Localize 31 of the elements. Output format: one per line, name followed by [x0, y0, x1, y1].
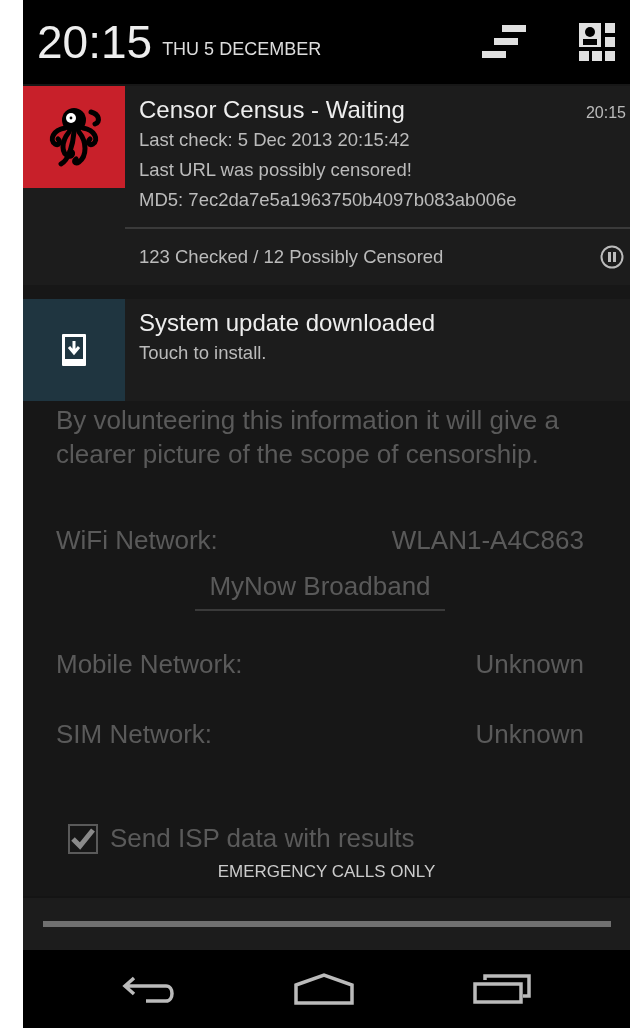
notification-title: Censor Census - Waiting	[139, 95, 405, 125]
checkmark-icon	[71, 827, 95, 850]
date-label: THU 5 DECEMBER	[162, 38, 322, 60]
field-label: Mobile Network:	[56, 648, 243, 681]
field-value: Unknown	[475, 718, 584, 751]
drag-handle[interactable]	[42, 921, 611, 927]
notification-text: Touch to install.	[138, 341, 268, 365]
notification-card[interactable]: Censor Census - Waiting 20:15 Last check: 5 Dec 2013 20:15:42 Last URL was possibly censored! MD5: 7ec2da7e5a1963750b4097b083ab006e 123 Checked / 12 Possibly Censored	[23, 86, 630, 285]
home-icon[interactable]	[294, 973, 355, 1005]
checkbox[interactable]	[68, 823, 98, 854]
field-value: WLAN1-A4C863	[391, 524, 584, 557]
notification-title: System update downloaded	[139, 308, 436, 338]
checkbox-label: Send ISP data with results	[110, 823, 415, 854]
download-update-icon	[61, 333, 87, 367]
carrier-label: EMERGENCY CALLS ONLY	[216, 862, 437, 882]
notification-text: Last URL was possibly censored!	[138, 158, 413, 182]
field-label: SIM Network:	[56, 718, 213, 751]
recent-apps-icon[interactable]	[472, 974, 531, 1004]
notification-settings-icon[interactable]	[480, 23, 526, 61]
field-label: WiFi Network:	[56, 524, 218, 557]
info-paragraph: By volunteering this information it will give a clearer picture of the scope of censorship.	[56, 404, 560, 471]
notification-text: MD5: 7ec2da7e5a1963750b4097b083ab006e	[138, 188, 518, 212]
status-summary: 123 Checked / 12 Possibly Censored	[138, 245, 444, 269]
quick-settings-icon[interactable]	[578, 22, 616, 62]
clock-time: 20:15	[37, 19, 153, 65]
notification-text: Last check: 5 Dec 2013 20:15:42	[138, 128, 411, 152]
notification-time: 20:15	[585, 104, 626, 122]
field-value: Unknown	[475, 648, 584, 681]
notification-card[interactable]: System update downloaded Touch to install.	[23, 299, 630, 401]
pause-icon[interactable]	[600, 245, 624, 269]
back-icon[interactable]	[122, 974, 177, 1004]
